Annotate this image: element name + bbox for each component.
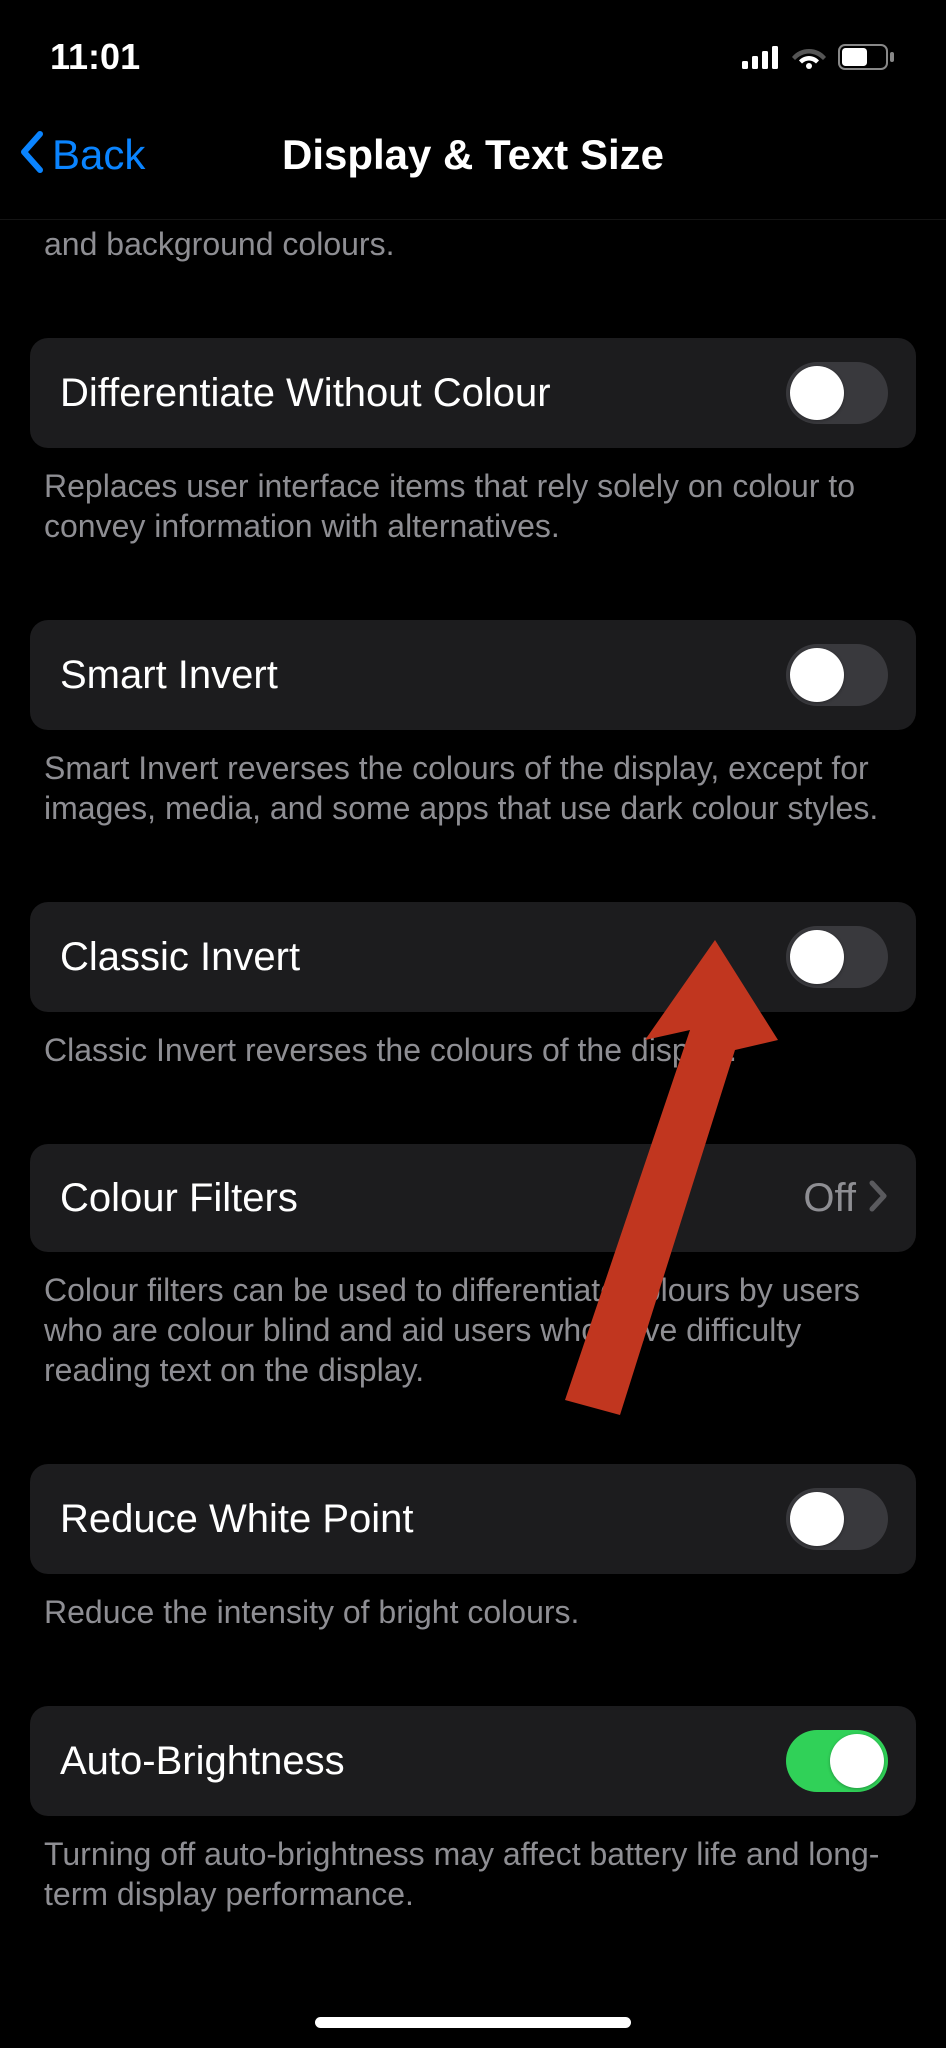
row-footer: Colour filters can be used to differenti…	[0, 1252, 946, 1390]
section-classic-invert: Classic Invert Classic Invert reverses t…	[0, 902, 946, 1070]
row-smart-invert[interactable]: Smart Invert	[30, 620, 916, 730]
back-button[interactable]: Back	[18, 130, 145, 179]
row-label: Smart Invert	[60, 653, 278, 698]
row-reduce-white-point[interactable]: Reduce White Point	[30, 1464, 916, 1574]
back-label: Back	[52, 131, 145, 179]
row-colour-filters[interactable]: Colour Filters Off	[30, 1144, 916, 1252]
section-auto-brightness: Auto-Brightness Turning off auto-brightn…	[0, 1706, 946, 1914]
battery-icon	[838, 44, 896, 70]
row-differentiate-without-colour[interactable]: Differentiate Without Colour	[30, 338, 916, 448]
status-bar: 11:01	[0, 0, 946, 90]
differentiate-without-colour-switch[interactable]	[786, 362, 888, 424]
row-label: Reduce White Point	[60, 1497, 414, 1542]
switch-knob	[790, 1492, 844, 1546]
chevron-left-icon	[18, 130, 48, 179]
row-footer: Reduce the intensity of bright colours.	[0, 1574, 946, 1632]
status-icons-group	[742, 44, 896, 70]
row-label: Auto-Brightness	[60, 1739, 345, 1784]
reduce-white-point-switch[interactable]	[786, 1488, 888, 1550]
row-label: Colour Filters	[60, 1176, 298, 1221]
status-time: 11:01	[50, 36, 140, 78]
chevron-right-icon	[868, 1179, 888, 1218]
section-colour-filters: Colour Filters Off Colour filters can be…	[0, 1144, 946, 1390]
switch-knob	[830, 1734, 884, 1788]
switch-knob	[790, 930, 844, 984]
row-classic-invert[interactable]: Classic Invert	[30, 902, 916, 1012]
row-label: Classic Invert	[60, 935, 300, 980]
row-footer: Classic Invert reverses the colours of t…	[0, 1012, 946, 1070]
row-footer: Replaces user interface items that rely …	[0, 448, 946, 546]
switch-knob	[790, 366, 844, 420]
settings-content: and background colours. Differentiate Wi…	[0, 220, 946, 1914]
section-differentiate-without-colour: Differentiate Without Colour Replaces us…	[0, 338, 946, 546]
row-label: Differentiate Without Colour	[60, 371, 551, 416]
row-footer: Turning off auto-brightness may affect b…	[0, 1816, 946, 1914]
cellular-signal-icon	[742, 45, 780, 69]
section-smart-invert: Smart Invert Smart Invert reverses the c…	[0, 620, 946, 828]
classic-invert-switch[interactable]	[786, 926, 888, 988]
row-footer: Smart Invert reverses the colours of the…	[0, 730, 946, 828]
navigation-bar: Back Display & Text Size	[0, 90, 946, 220]
row-value: Off	[803, 1176, 856, 1221]
row-auto-brightness[interactable]: Auto-Brightness	[30, 1706, 916, 1816]
home-indicator[interactable]	[315, 2017, 631, 2028]
wifi-icon	[792, 45, 826, 69]
section-reduce-white-point: Reduce White Point Reduce the intensity …	[0, 1464, 946, 1632]
smart-invert-switch[interactable]	[786, 644, 888, 706]
auto-brightness-switch[interactable]	[786, 1730, 888, 1792]
previous-section-footer: and background colours.	[0, 220, 946, 264]
switch-knob	[790, 648, 844, 702]
